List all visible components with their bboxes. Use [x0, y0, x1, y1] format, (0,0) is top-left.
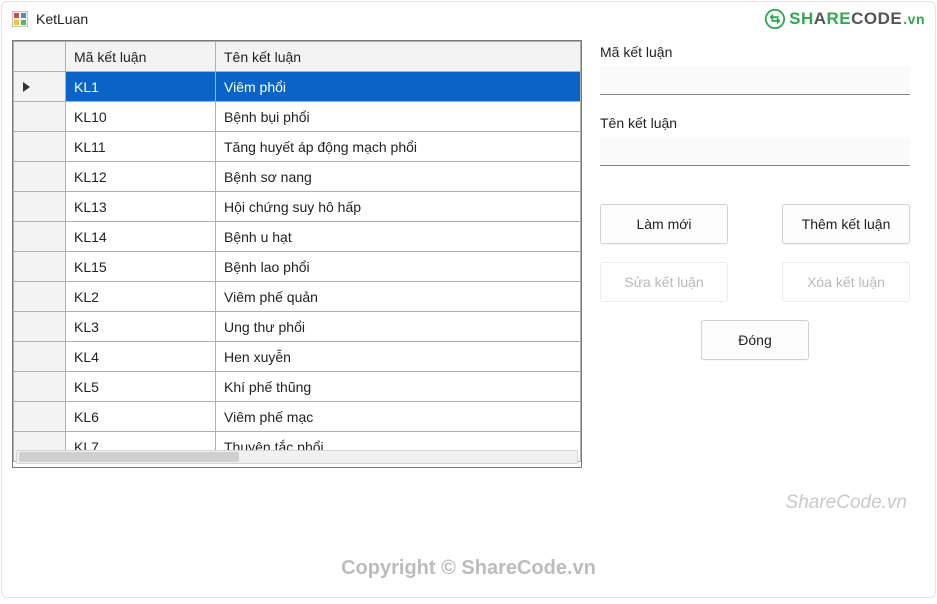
- delete-button: Xóa kết luận: [782, 262, 910, 302]
- cell-name[interactable]: Tăng huyết áp động mạch phổi: [216, 132, 581, 162]
- table-row[interactable]: KL10Bệnh bụi phổi: [14, 102, 581, 132]
- input-code[interactable]: [600, 66, 910, 95]
- edit-button: Sửa kết luận: [600, 262, 728, 302]
- cell-code[interactable]: KL5: [66, 372, 216, 402]
- sharecode-logo: SHARECODE.vn: [764, 8, 925, 30]
- row-header[interactable]: [14, 192, 66, 222]
- table-row[interactable]: KL6Viêm phế mạc: [14, 402, 581, 432]
- cell-code[interactable]: KL12: [66, 162, 216, 192]
- cell-name[interactable]: Viêm phổi: [216, 72, 581, 102]
- refresh-button[interactable]: Làm mới: [600, 204, 728, 244]
- scrollbar-thumb[interactable]: [19, 452, 239, 462]
- row-header[interactable]: [14, 402, 66, 432]
- table-row[interactable]: KL2Viêm phế quản: [14, 282, 581, 312]
- cell-name[interactable]: Bệnh bụi phổi: [216, 102, 581, 132]
- row-header[interactable]: [14, 342, 66, 372]
- close-button[interactable]: Đóng: [701, 320, 809, 360]
- cell-name[interactable]: Bệnh sơ nang: [216, 162, 581, 192]
- table-row[interactable]: KL12Bệnh sơ nang: [14, 162, 581, 192]
- cell-code[interactable]: KL15: [66, 252, 216, 282]
- grid-corner[interactable]: [14, 42, 66, 72]
- col-header-name[interactable]: Tên kết luận: [216, 42, 581, 72]
- cell-code[interactable]: KL11: [66, 132, 216, 162]
- titlebar: KetLuan SHARECODE.vn: [2, 2, 935, 36]
- cell-name[interactable]: Ung thư phổi: [216, 312, 581, 342]
- cell-name[interactable]: Hội chứng suy hô hấp: [216, 192, 581, 222]
- add-button[interactable]: Thêm kết luận: [782, 204, 910, 244]
- logo-icon: [764, 8, 786, 30]
- cell-name[interactable]: Bệnh u hạt: [216, 222, 581, 252]
- row-header[interactable]: [14, 252, 66, 282]
- table-row[interactable]: KL4Hen xuyễn: [14, 342, 581, 372]
- table-row[interactable]: KL11Tăng huyết áp động mạch phổi: [14, 132, 581, 162]
- col-header-code[interactable]: Mã kết luận: [66, 42, 216, 72]
- row-header[interactable]: [14, 222, 66, 252]
- row-header[interactable]: [14, 282, 66, 312]
- cell-code[interactable]: KL6: [66, 402, 216, 432]
- row-indicator-icon: [22, 81, 32, 93]
- cell-code[interactable]: KL4: [66, 342, 216, 372]
- watermark-bottom: Copyright © ShareCode.vn: [2, 557, 935, 580]
- cell-name[interactable]: Bệnh lao phổi: [216, 252, 581, 282]
- row-header[interactable]: [14, 72, 66, 102]
- row-header[interactable]: [14, 312, 66, 342]
- cell-code[interactable]: KL10: [66, 102, 216, 132]
- input-name[interactable]: [600, 137, 910, 166]
- table-row[interactable]: KL14Bệnh u hạt: [14, 222, 581, 252]
- watermark-side: ShareCode.vn: [786, 492, 907, 514]
- cell-code[interactable]: KL1: [66, 72, 216, 102]
- cell-name[interactable]: Khí phế thũng: [216, 372, 581, 402]
- cell-code[interactable]: KL3: [66, 312, 216, 342]
- cell-name[interactable]: Viêm phế quản: [216, 282, 581, 312]
- table-row[interactable]: KL1Viêm phổi: [14, 72, 581, 102]
- row-header[interactable]: [14, 162, 66, 192]
- cell-name[interactable]: Viêm phế mạc: [216, 402, 581, 432]
- horizontal-scrollbar[interactable]: [16, 450, 578, 464]
- table-row[interactable]: KL3Ung thư phổi: [14, 312, 581, 342]
- cell-code[interactable]: KL2: [66, 282, 216, 312]
- form-panel: Mã kết luận Tên kết luận Làm mới Thêm kế…: [600, 40, 910, 468]
- row-header[interactable]: [14, 132, 66, 162]
- cell-name[interactable]: Hen xuyễn: [216, 342, 581, 372]
- cell-code[interactable]: KL13: [66, 192, 216, 222]
- table-row[interactable]: KL5Khí phế thũng: [14, 372, 581, 402]
- table-row[interactable]: KL15Bệnh lao phổi: [14, 252, 581, 282]
- label-code: Mã kết luận: [600, 44, 910, 60]
- data-grid[interactable]: Mã kết luận Tên kết luận KL1Viêm phổiKL1…: [12, 40, 582, 468]
- label-name: Tên kết luận: [600, 115, 910, 131]
- app-icon: [12, 11, 28, 27]
- row-header[interactable]: [14, 102, 66, 132]
- window-title: KetLuan: [36, 11, 88, 27]
- window-frame: KetLuan SHARECODE.vn Mã kết luận Tên kết…: [1, 1, 936, 598]
- row-header[interactable]: [14, 372, 66, 402]
- table-row[interactable]: KL13Hội chứng suy hô hấp: [14, 192, 581, 222]
- cell-code[interactable]: KL14: [66, 222, 216, 252]
